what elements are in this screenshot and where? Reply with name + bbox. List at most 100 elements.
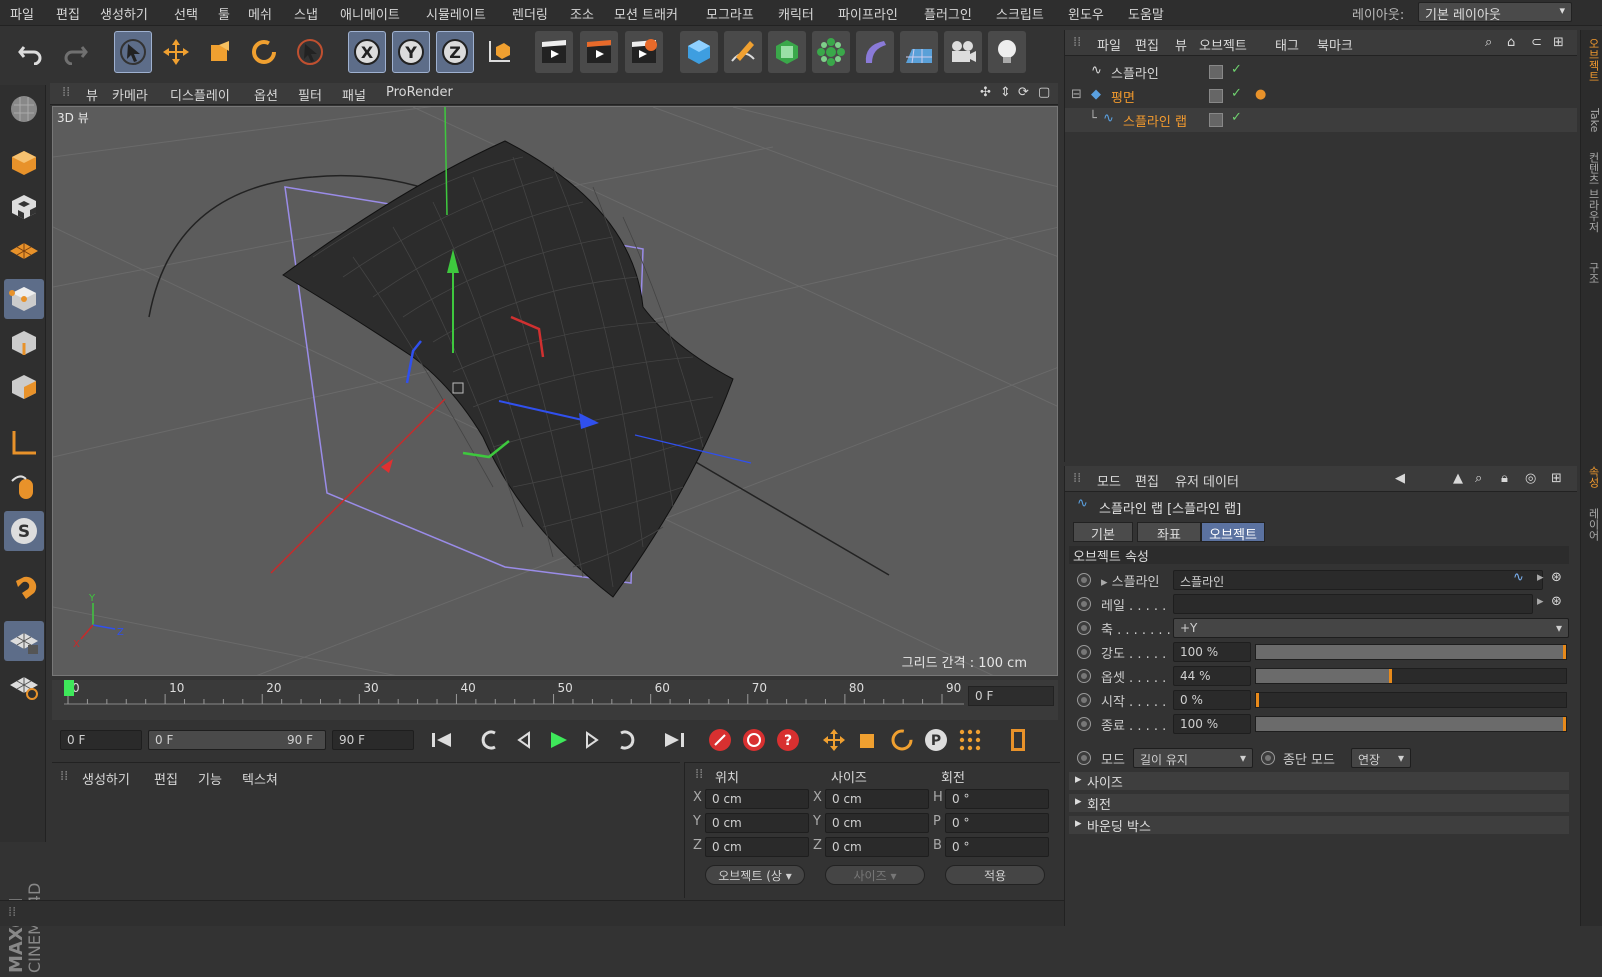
end-mode-select[interactable]: 연장 ▾ bbox=[1351, 748, 1411, 768]
render-picture-viewer-button[interactable] bbox=[580, 31, 618, 73]
current-frame-field[interactable]: 0 F bbox=[968, 686, 1054, 706]
obj-menu-file[interactable]: 파일 bbox=[1097, 35, 1121, 54]
tag-icon[interactable]: ● bbox=[1255, 87, 1266, 102]
animate-radio[interactable] bbox=[1077, 597, 1091, 611]
viewport-menu-panel[interactable]: 패널 bbox=[342, 85, 366, 104]
record-button[interactable] bbox=[704, 724, 736, 756]
viewport-menu-options[interactable]: 옵션 bbox=[254, 85, 278, 104]
search-icon[interactable]: ⌕ bbox=[1475, 471, 1482, 486]
menu-sculpt[interactable]: 조소 bbox=[570, 4, 594, 23]
end-field[interactable]: 100 % bbox=[1173, 714, 1251, 734]
start-slider[interactable] bbox=[1255, 692, 1567, 708]
rot-p-field[interactable]: 0 ° bbox=[945, 813, 1049, 833]
menu-help[interactable]: 도움말 bbox=[1128, 4, 1164, 23]
start-frame-field[interactable]: 0 F bbox=[60, 730, 142, 750]
menu-select[interactable]: 선택 bbox=[174, 4, 198, 23]
animate-radio[interactable] bbox=[1077, 645, 1091, 659]
pos-x-field[interactable]: 0 cm bbox=[705, 789, 809, 809]
menu-window[interactable]: 윈도우 bbox=[1068, 4, 1104, 23]
link-icon[interactable]: ⊂ bbox=[1531, 35, 1542, 50]
obj-menu-tags[interactable]: 태그 bbox=[1275, 35, 1299, 54]
menu-motion-tracker[interactable]: 모션 트래커 bbox=[614, 4, 678, 23]
enabled-check-icon[interactable]: ✓ bbox=[1231, 110, 1242, 125]
mode-select[interactable]: 길이 유지 ▾ bbox=[1133, 748, 1253, 768]
strength-field[interactable]: 100 % bbox=[1173, 642, 1251, 662]
side-tab-content-browser[interactable]: 컨텐츠 브라우저 bbox=[1583, 152, 1601, 233]
pick-object-icon[interactable]: ⊛ bbox=[1551, 570, 1562, 585]
rotate-button[interactable] bbox=[245, 31, 283, 73]
y-axis-lock-button[interactable]: Y bbox=[392, 31, 430, 73]
side-tab-attributes[interactable]: 속성 bbox=[1583, 466, 1601, 488]
cloner-button[interactable] bbox=[812, 31, 850, 73]
search-icon[interactable]: ⌕ bbox=[1485, 35, 1492, 50]
edges-mode-button[interactable] bbox=[4, 323, 44, 363]
menu-snap[interactable]: 스냅 bbox=[294, 4, 318, 23]
timeline-ruler[interactable]: 0 10 20 30 40 50 60 70 80 90 bbox=[64, 680, 964, 714]
render-settings-button[interactable] bbox=[625, 31, 663, 73]
offset-slider[interactable] bbox=[1255, 668, 1567, 684]
go-to-start-button[interactable] bbox=[426, 724, 458, 756]
visibility-toggle[interactable] bbox=[1209, 113, 1223, 127]
undo-button[interactable] bbox=[12, 31, 50, 73]
menu-animate[interactable]: 애니메이트 bbox=[340, 4, 400, 23]
new-window-icon[interactable]: ⊞ bbox=[1551, 471, 1562, 486]
expand-arrow-icon[interactable]: ▸ bbox=[1537, 570, 1544, 585]
cube-button[interactable] bbox=[680, 31, 718, 73]
rot-b-field[interactable]: 0 ° bbox=[945, 837, 1049, 857]
viewport-menu-filter[interactable]: 필터 bbox=[298, 85, 322, 104]
viewport-menu-display[interactable]: 디스플레이 bbox=[170, 85, 230, 104]
floor-button[interactable] bbox=[900, 31, 938, 73]
polygons-mode-button[interactable] bbox=[4, 367, 44, 407]
animate-radio[interactable] bbox=[1077, 621, 1091, 635]
material-menu-texture[interactable]: 텍스쳐 bbox=[242, 769, 278, 788]
previous-key-button[interactable] bbox=[474, 724, 506, 756]
attr-menu-user-data[interactable]: 유저 데이터 bbox=[1175, 471, 1239, 490]
slider-knob[interactable] bbox=[1563, 645, 1566, 659]
timeline-window-button[interactable] bbox=[1002, 724, 1034, 756]
scale-button[interactable] bbox=[201, 31, 239, 73]
obj-menu-objects[interactable]: 오브젝트 bbox=[1199, 35, 1247, 54]
size-y-field[interactable]: 0 cm bbox=[825, 813, 929, 833]
size-x-field[interactable]: 0 cm bbox=[825, 789, 929, 809]
menu-create[interactable]: 생성하기 bbox=[100, 4, 148, 23]
redo-button[interactable] bbox=[56, 31, 94, 73]
maximize-icon[interactable]: ▢ bbox=[1038, 85, 1050, 100]
slider-knob[interactable] bbox=[1563, 717, 1566, 731]
group-bounding-box[interactable]: ▸ 바운딩 박스 bbox=[1069, 816, 1569, 835]
texture-mode-button[interactable] bbox=[4, 187, 44, 227]
side-tab-structure[interactable]: 구조 bbox=[1583, 262, 1601, 284]
start-field[interactable]: 0 % bbox=[1173, 690, 1251, 710]
side-tab-take[interactable]: Take bbox=[1583, 108, 1601, 132]
rot-h-field[interactable]: 0 ° bbox=[945, 789, 1049, 809]
menu-plugins[interactable]: 플러그인 bbox=[924, 4, 972, 23]
menu-character[interactable]: 캐릭터 bbox=[778, 4, 814, 23]
layout-select[interactable]: 기본 레이아웃 ▾ bbox=[1418, 2, 1572, 23]
tab-coordinates[interactable]: 좌표 bbox=[1137, 522, 1201, 543]
magnet-button[interactable] bbox=[4, 569, 44, 609]
enabled-check-icon[interactable]: ✓ bbox=[1231, 86, 1242, 101]
coordinate-system-button[interactable] bbox=[480, 31, 518, 73]
axis-select[interactable]: +Y ▾ bbox=[1173, 618, 1569, 638]
autokey-button[interactable] bbox=[738, 724, 770, 756]
lock-icon[interactable]: 🔒︎ bbox=[1501, 471, 1508, 486]
viewport-menu-view[interactable]: 뷰 bbox=[86, 85, 98, 104]
viewport-menu-prorender[interactable]: ProRender bbox=[386, 85, 453, 100]
go-to-end-button[interactable] bbox=[658, 724, 690, 756]
target-icon[interactable]: ◎ bbox=[1525, 471, 1536, 486]
slider-knob[interactable] bbox=[1256, 693, 1259, 707]
menu-pipeline[interactable]: 파이프라인 bbox=[838, 4, 898, 23]
pos-y-field[interactable]: 0 cm bbox=[705, 813, 809, 833]
back-arrow-icon[interactable]: ◀ bbox=[1395, 471, 1405, 486]
menu-mesh[interactable]: 메쉬 bbox=[248, 4, 272, 23]
next-frame-button[interactable] bbox=[576, 724, 608, 756]
object-row-spline-wrap[interactable]: └ ∿ 스플라인 랩 ✓ bbox=[1065, 108, 1577, 132]
key-parameter-button[interactable]: P bbox=[920, 724, 952, 756]
workplane-rotate-button[interactable] bbox=[4, 665, 44, 705]
points-mode-button[interactable] bbox=[4, 279, 44, 319]
workplane-mode-button[interactable] bbox=[4, 231, 44, 271]
animate-radio[interactable] bbox=[1261, 751, 1275, 765]
material-menu-function[interactable]: 기능 bbox=[198, 769, 222, 788]
expand-arrow-icon[interactable]: ▸ bbox=[1537, 594, 1544, 609]
collapse-icon[interactable]: ⊟ bbox=[1071, 87, 1082, 102]
animate-radio[interactable] bbox=[1077, 693, 1091, 707]
